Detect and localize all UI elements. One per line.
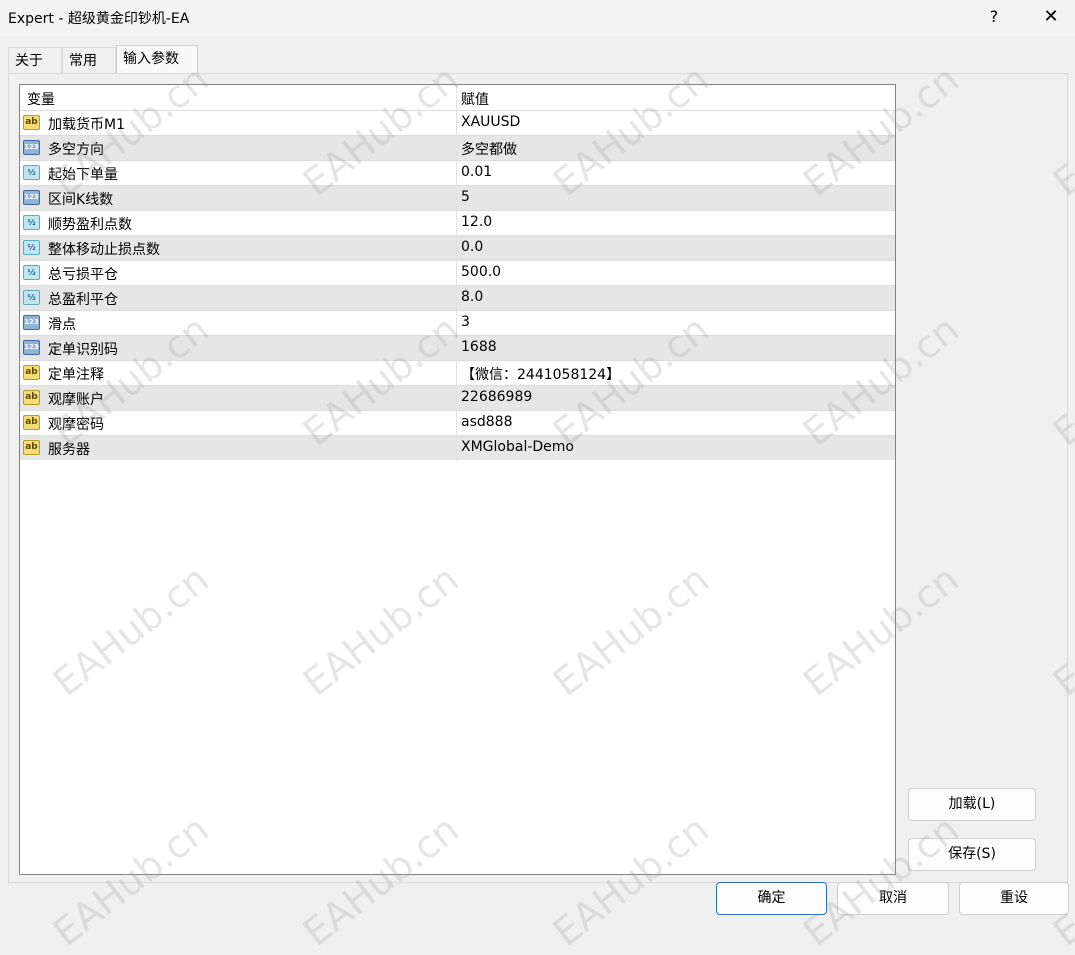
parameter-name: 加载货币M1 xyxy=(48,117,125,133)
double-type-icon: ½ xyxy=(23,215,40,230)
header-value[interactable]: 赋值 xyxy=(461,89,489,109)
double-type-icon: ½ xyxy=(23,165,40,180)
parameter-name: 顺势盈利点数 xyxy=(48,217,132,233)
parameter-value[interactable]: 8.0 xyxy=(461,289,483,305)
title-bar: Expert - 超级黄金印钞机-EA ? ✕ xyxy=(0,0,1075,36)
string-type-icon: ab xyxy=(23,440,40,455)
table-row[interactable]: ½ 顺势盈利点数 12.0 xyxy=(20,210,895,235)
close-button[interactable]: ✕ xyxy=(1038,5,1064,29)
ok-button[interactable]: 确定 xyxy=(716,882,827,915)
double-type-icon: ½ xyxy=(23,265,40,280)
table-row[interactable]: 123 定单识别码 1688 xyxy=(20,335,895,360)
parameter-value[interactable]: asd888 xyxy=(461,414,512,430)
string-type-icon: ab xyxy=(23,365,40,380)
type-glyph: ab xyxy=(25,417,38,427)
type-glyph: ½ xyxy=(27,243,36,252)
parameter-value[interactable]: 1688 xyxy=(461,339,497,355)
parameter-value[interactable]: 0.0 xyxy=(461,239,483,255)
string-type-icon: ab xyxy=(23,390,40,405)
parameter-value[interactable]: 500.0 xyxy=(461,264,501,280)
type-glyph: ½ xyxy=(27,293,36,302)
table-row[interactable]: 123 区间K线数 5 xyxy=(20,185,895,210)
cancel-button[interactable]: 取消 xyxy=(837,882,949,915)
tab-common[interactable]: 常用 xyxy=(62,47,116,73)
tab-about[interactable]: 关于 xyxy=(8,47,62,73)
load-button[interactable]: 加载(L) xyxy=(908,788,1036,821)
type-glyph: ½ xyxy=(27,168,36,177)
parameter-value[interactable]: 5 xyxy=(461,189,470,205)
parameter-name: 滑点 xyxy=(48,317,76,333)
table-row[interactable]: 123 多空方向 多空都做 xyxy=(20,135,895,160)
string-type-icon: ab xyxy=(23,115,40,130)
type-glyph: ab xyxy=(25,392,38,402)
column-divider[interactable] xyxy=(456,85,457,461)
tab-inputs[interactable]: 输入参数 xyxy=(116,45,198,74)
parameter-value[interactable]: 22686989 xyxy=(461,389,532,405)
integer-type-icon: 123 xyxy=(23,315,40,330)
parameter-name: 观摩密码 xyxy=(48,417,104,433)
grid-header: 变量 赋值 xyxy=(20,85,895,110)
parameter-name: 总盈利平仓 xyxy=(48,292,118,308)
parameter-value[interactable]: XAUUSD xyxy=(461,114,520,130)
parameters-grid[interactable]: 变量 赋值 ab 加载货币M1 XAUUSD 123 多空方向 多空都做 ½ 起始下单量 0.0… xyxy=(19,84,896,875)
parameter-value[interactable]: 【微信：2441058124】 xyxy=(461,364,620,384)
parameter-name: 多空方向 xyxy=(48,142,104,158)
type-glyph: ½ xyxy=(27,268,36,277)
parameter-name: 观摩账户 xyxy=(48,392,104,408)
type-glyph: 123 xyxy=(24,193,39,201)
integer-type-icon: 123 xyxy=(23,190,40,205)
save-button[interactable]: 保存(S) xyxy=(908,838,1036,871)
table-row[interactable]: ab 服务器 XMGlobal-Demo xyxy=(20,435,895,460)
table-row[interactable]: ½ 总盈利平仓 8.0 xyxy=(20,285,895,310)
table-row[interactable]: ab 定单注释 【微信：2441058124】 xyxy=(20,360,895,385)
parameter-value[interactable]: 0.01 xyxy=(461,164,492,180)
double-type-icon: ½ xyxy=(23,240,40,255)
parameter-name: 总亏损平仓 xyxy=(48,267,118,283)
parameter-value[interactable]: 12.0 xyxy=(461,214,492,230)
parameter-name: 区间K线数 xyxy=(48,192,114,208)
type-glyph: 123 xyxy=(24,343,39,351)
table-row[interactable]: ab 观摩密码 asd888 xyxy=(20,410,895,435)
table-row[interactable]: ½ 起始下单量 0.01 xyxy=(20,160,895,185)
parameter-name: 定单识别码 xyxy=(48,342,118,358)
type-glyph: 123 xyxy=(24,143,39,151)
reset-button[interactable]: 重设 xyxy=(959,882,1069,915)
double-type-icon: ½ xyxy=(23,290,40,305)
parameter-name: 定单注释 xyxy=(48,367,104,383)
type-glyph: ab xyxy=(25,117,38,127)
table-row[interactable]: 123 滑点 3 xyxy=(20,310,895,335)
parameter-value[interactable]: XMGlobal-Demo xyxy=(461,439,574,455)
type-glyph: ½ xyxy=(27,218,36,227)
table-row[interactable]: ½ 总亏损平仓 500.0 xyxy=(20,260,895,285)
integer-type-icon: 123 xyxy=(23,140,40,155)
type-glyph: 123 xyxy=(24,318,39,326)
integer-type-icon: 123 xyxy=(23,340,40,355)
parameter-value[interactable]: 多空都做 xyxy=(461,139,517,159)
type-glyph: ab xyxy=(25,367,38,377)
string-type-icon: ab xyxy=(23,415,40,430)
parameter-name: 起始下单量 xyxy=(48,167,118,183)
type-glyph: ab xyxy=(25,442,38,452)
table-row[interactable]: ½ 整体移动止损点数 0.0 xyxy=(20,235,895,260)
table-row[interactable]: ab 观摩账户 22686989 xyxy=(20,385,895,410)
help-button[interactable]: ? xyxy=(982,5,1006,29)
parameter-value[interactable]: 3 xyxy=(461,314,470,330)
table-row[interactable]: ab 加载货币M1 XAUUSD xyxy=(20,110,895,135)
parameter-name: 整体移动止损点数 xyxy=(48,242,160,258)
window-title: Expert - 超级黄金印钞机-EA xyxy=(8,11,190,27)
header-variable[interactable]: 变量 xyxy=(27,89,55,109)
parameter-name: 服务器 xyxy=(48,442,90,458)
